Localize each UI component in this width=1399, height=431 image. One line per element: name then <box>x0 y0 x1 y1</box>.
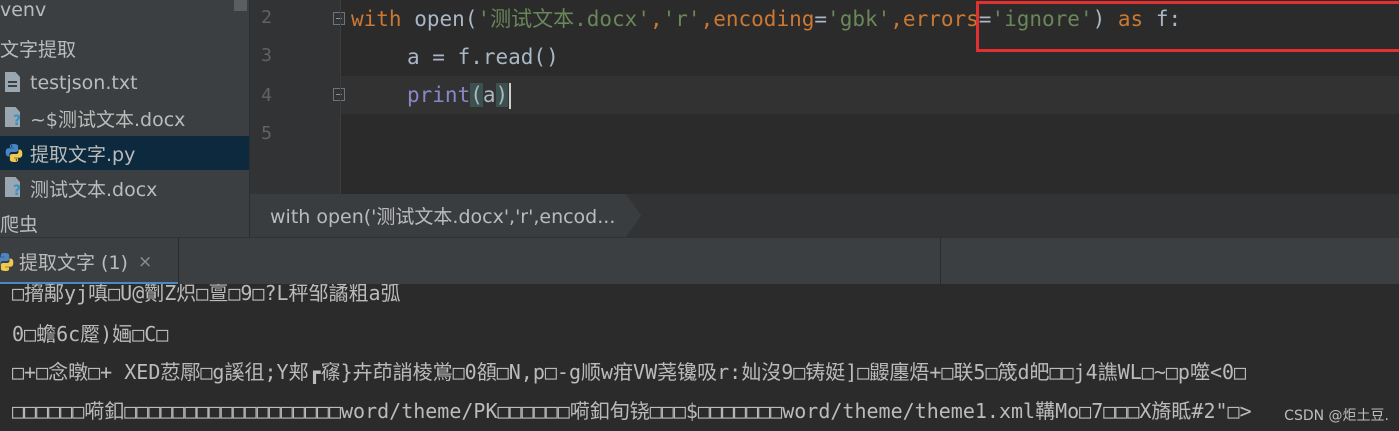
tree-item-temp-docx[interactable]: ? ~$测试文本.docx <box>0 101 249 135</box>
breadcrumb-label: with open('测试文本.docx','r',encod... <box>270 206 616 228</box>
tree-item-text-extraction-folder[interactable]: 文字提取 <box>0 31 249 65</box>
equals: = <box>814 7 828 31</box>
tree-item-label: 提取文字.py <box>30 143 136 166</box>
tree-item-label: 爬虫 <box>0 213 39 236</box>
python-file-icon <box>0 252 14 271</box>
tree-item-testjson[interactable]: testjson.txt <box>0 66 249 100</box>
param-encoding: encoding <box>713 7 815 31</box>
unknown-file-icon: ? <box>2 105 26 131</box>
comma: , <box>649 7 663 31</box>
python-file-icon <box>2 140 26 166</box>
string-filename: '测试文本.docx' <box>477 7 650 31</box>
param-errors: errors <box>902 7 979 31</box>
gutter-divider <box>340 0 341 194</box>
run-console-output[interactable]: □搚鄅yj嗔□U@劗Z炽□亶□9□?L秤邹譎粗a弧 0□蟾6c蹷)婳□C□ □+… <box>0 284 1399 431</box>
divider <box>940 238 941 285</box>
console-line: □+□念暾□+ XED荵鄏□g謑徂;Y郏┏窱}卉茚誚棱鴬□0頟□N,p□-g顺w… <box>12 360 1247 384</box>
tree-item-label: 测试文本.docx <box>30 178 158 201</box>
console-line: □搚鄅yj嗔□U@劗Z炽□亶□9□?L秤邹譎粗a弧 <box>12 284 401 305</box>
unknown-file-icon: ? <box>2 175 26 201</box>
paren-match: ) <box>495 83 509 107</box>
divider <box>178 238 179 285</box>
paren-match: ( <box>470 83 483 107</box>
code-editor[interactable]: 2 3 4 5 with open('测试文本.docx','r',encodi… <box>250 0 1399 194</box>
annotation-highlight-box <box>976 1 1399 52</box>
string-mode: 'r' <box>662 7 701 31</box>
tree-item-test-docx[interactable]: ? 测试文本.docx <box>0 171 249 205</box>
paren: ( <box>464 7 478 31</box>
tree-item-label: ~$测试文本.docx <box>30 108 186 131</box>
line-number: 3 <box>261 45 272 66</box>
breadcrumb: with open('测试文本.docx','r',encod... <box>250 194 1399 237</box>
string-gbk: 'gbk' <box>827 7 891 31</box>
line-number: 4 <box>261 85 272 106</box>
close-icon[interactable]: × <box>138 252 152 272</box>
comma: , <box>890 7 903 31</box>
line-number-gutter: 2 3 4 5 <box>250 0 345 194</box>
tree-item-venv[interactable]: venv <box>0 0 249 27</box>
fold-marker-icon[interactable] <box>333 12 345 25</box>
watermark: CSDN @炬土豆. <box>1284 408 1389 424</box>
tree-item-extract-py[interactable]: 提取文字.py <box>0 136 249 170</box>
tree-item-label: testjson.txt <box>30 72 138 94</box>
run-tab-label: 提取文字 (1) <box>19 252 128 274</box>
variable-a: a <box>482 83 496 107</box>
builtin-open: open <box>414 7 465 31</box>
console-line: □□□□□□嗬釦□□□□□□□□□□□□□□□□□□word/theme/PK□… <box>12 399 1252 423</box>
tree-item-crawler-folder[interactable]: 爬虫 <box>0 206 249 240</box>
run-tool-window-header: 提取文字 (1) × <box>0 237 1399 285</box>
project-tree: venv 文字提取 testjson.txt ? ~$测试文本.docx 提取文… <box>0 0 249 237</box>
line-number: 5 <box>261 123 272 144</box>
comma: , <box>700 7 714 31</box>
code-line-3[interactable]: a = f.read() <box>407 38 559 76</box>
builtin-print: print <box>407 83 471 107</box>
code-line-4[interactable]: print(a) <box>407 76 512 114</box>
text-file-icon <box>2 70 26 96</box>
line-number: 2 <box>261 7 272 28</box>
keyword-with: with <box>351 7 402 31</box>
tab-run-extract[interactable]: 提取文字 (1) × <box>0 238 178 285</box>
tree-item-label: 文字提取 <box>0 38 77 61</box>
breadcrumb-item[interactable]: with open('测试文本.docx','r',encod... <box>250 194 642 237</box>
console-line: 0□蟾6c蹷)婳□C□ <box>12 322 169 346</box>
fold-marker-icon[interactable] <box>333 88 345 101</box>
tree-item-label: venv <box>0 0 47 21</box>
text-caret <box>509 83 512 109</box>
